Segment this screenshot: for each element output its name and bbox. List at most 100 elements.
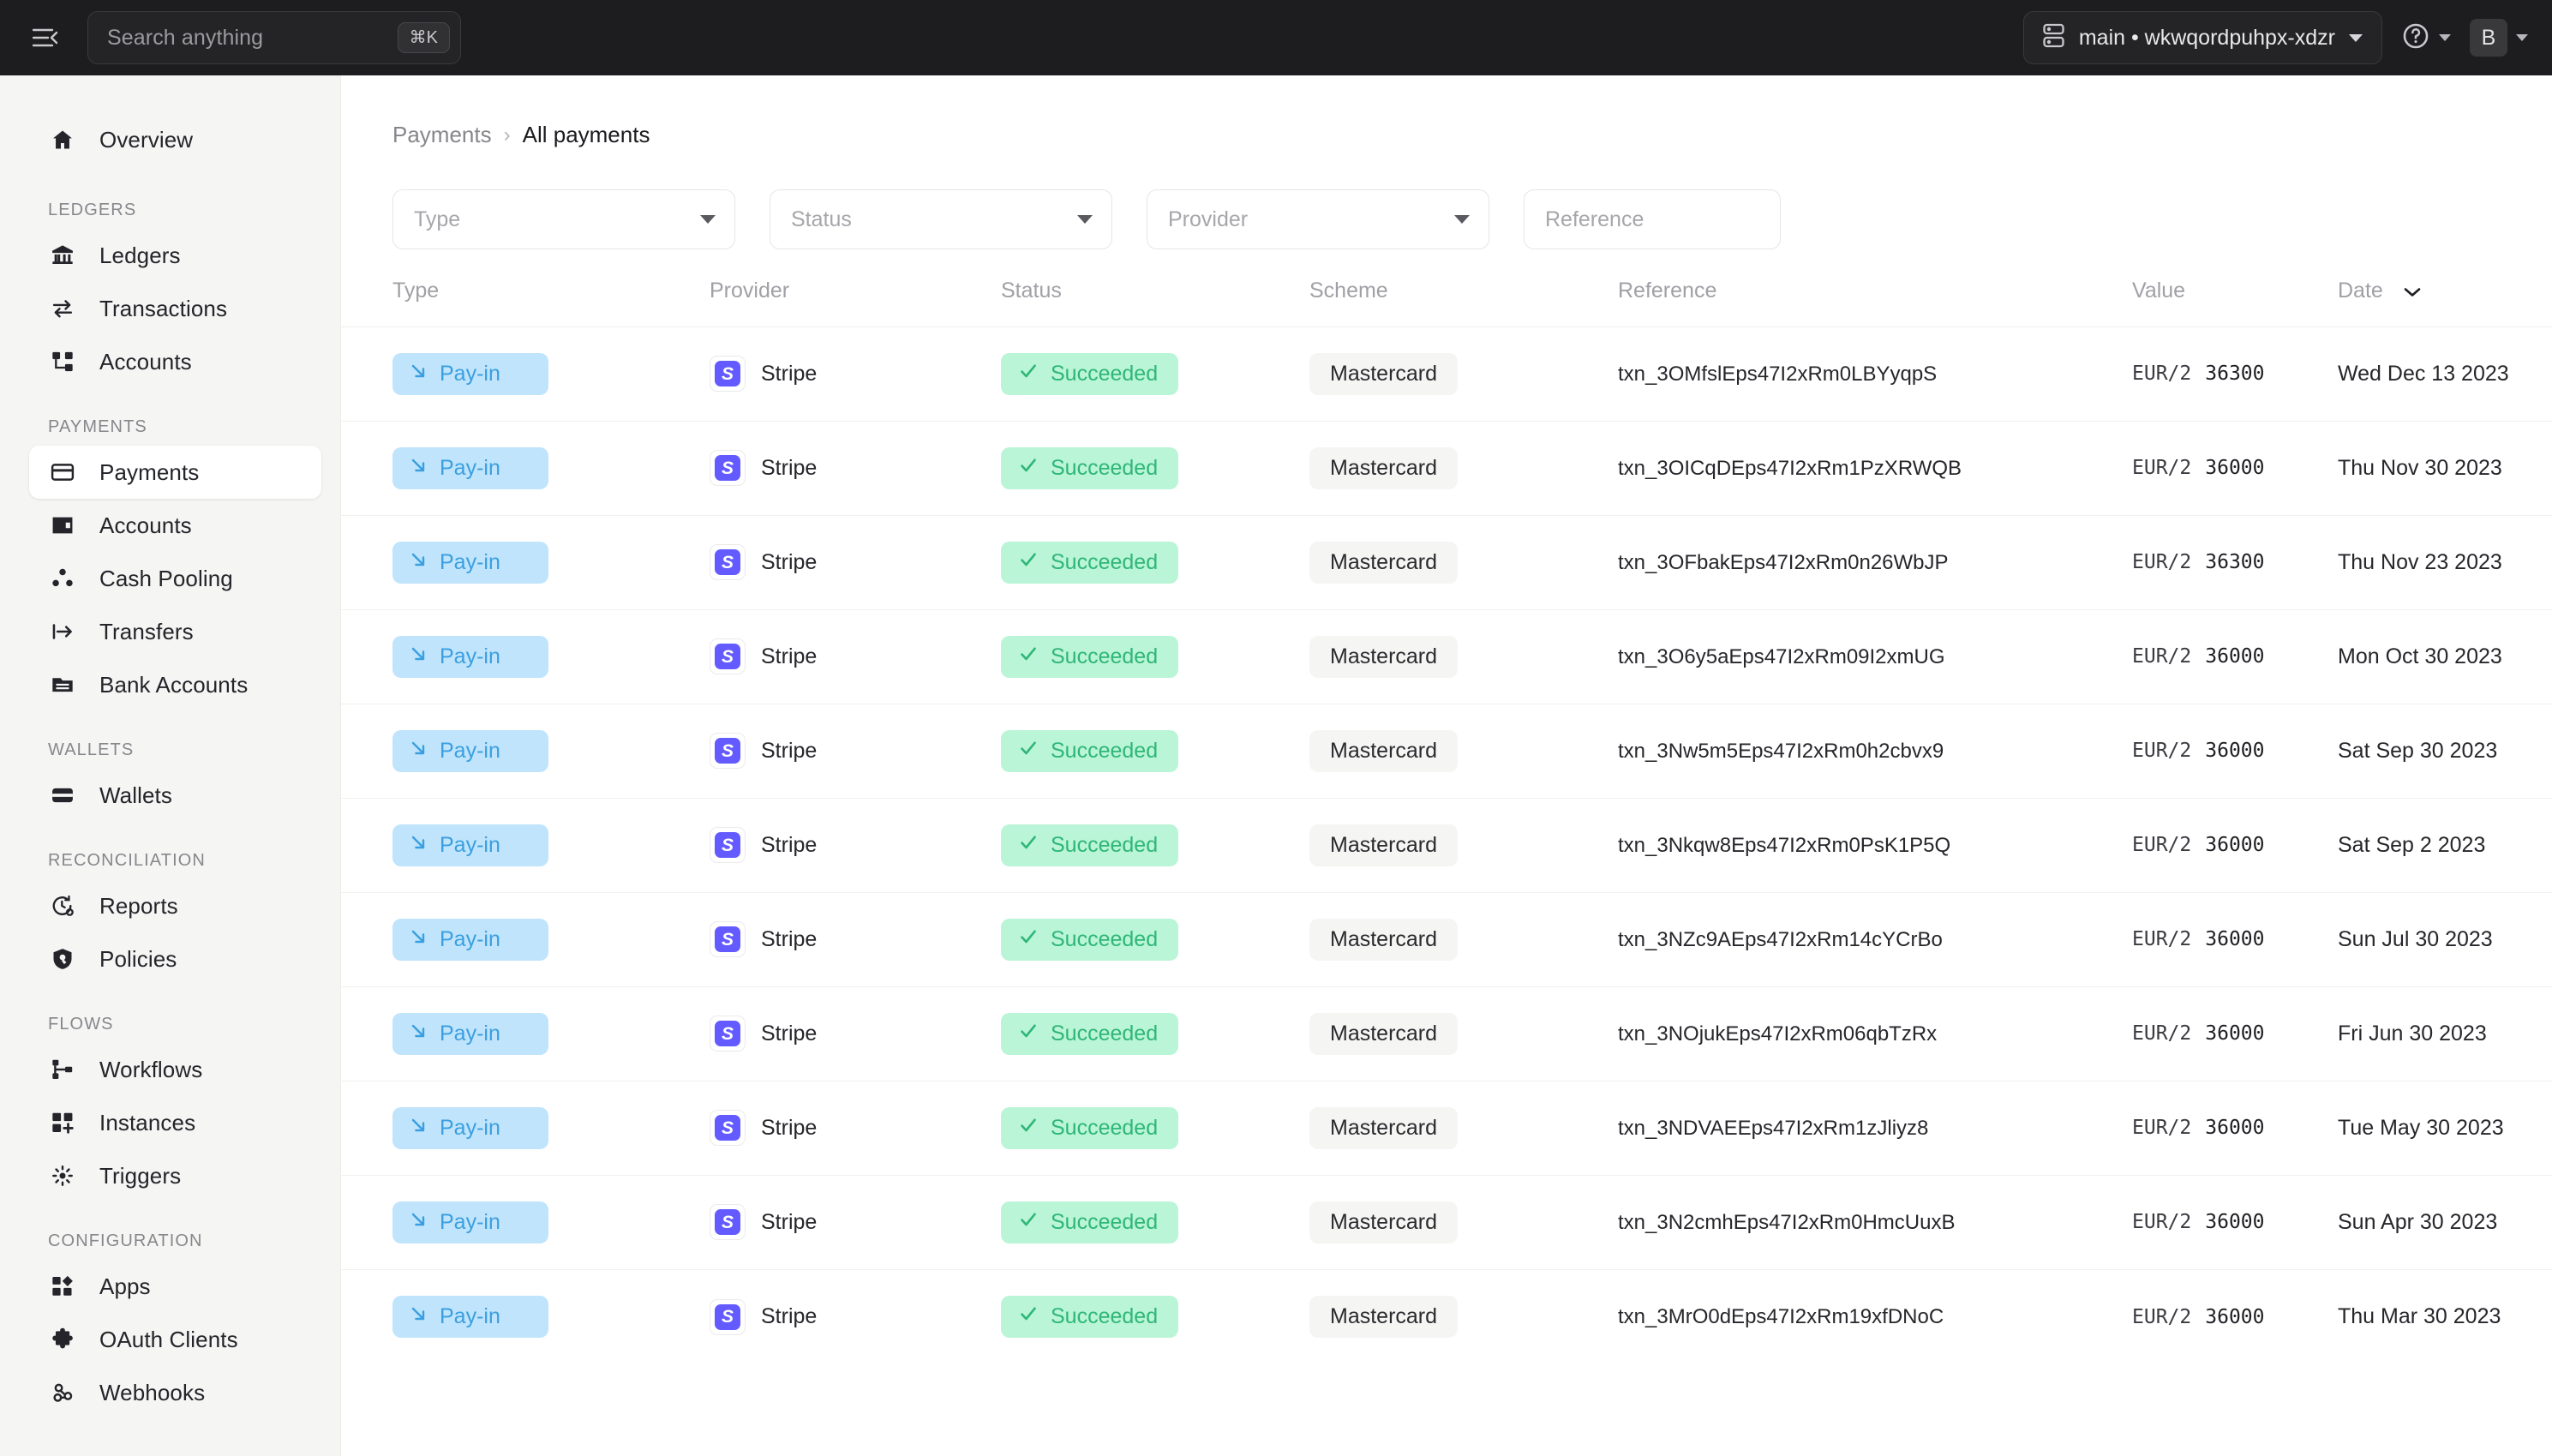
cell-date: Tue May 30 2023	[2338, 1081, 2552, 1176]
cell-value: EUR/2 36000	[2132, 798, 2338, 893]
scheme-badge: Mastercard	[1309, 824, 1459, 866]
cell-status: Succeeded	[1001, 1081, 1309, 1176]
sidebar-item-cash-pooling[interactable]: Cash Pooling	[29, 552, 321, 605]
breadcrumb-separator: ›	[503, 123, 511, 147]
sidebar-item-oauth-clients[interactable]: OAuth Clients	[29, 1313, 321, 1366]
sidebar-item-triggers[interactable]: Triggers	[29, 1149, 321, 1202]
arrow-right-bar-icon	[48, 620, 77, 644]
table-row[interactable]: Pay-in S Stripe Succeeded Mastercard txn_3OMf…	[341, 327, 2552, 422]
user-menu[interactable]: B	[2470, 19, 2528, 57]
sidebar-item-label: Bank Accounts	[99, 671, 249, 698]
cell-type: Pay-in	[341, 515, 710, 610]
cell-date: Sat Sep 30 2023	[2338, 704, 2552, 799]
cell-provider: S Stripe	[710, 327, 1001, 422]
status-badge-label: Succeeded	[1051, 549, 1159, 574]
column-header-value[interactable]: Value	[2132, 279, 2338, 327]
type-badge: Pay-in	[392, 541, 548, 584]
table-row[interactable]: Pay-in S Stripe Succeeded Mastercard txn_3O6y…	[341, 609, 2552, 704]
cell-reference: txn_3OFbakEps47I2xRm0n26WbJP	[1618, 515, 2132, 610]
column-header-reference[interactable]: Reference	[1618, 279, 2132, 327]
main-content: Payments › All payments Type Status Prov…	[341, 75, 2552, 1456]
column-header-status[interactable]: Status	[1001, 279, 1309, 327]
search-input[interactable]: Search anything ⌘K	[87, 11, 461, 64]
table-row[interactable]: Pay-in S Stripe Succeeded Mastercard txn_3Nkq…	[341, 798, 2552, 893]
sidebar-item-workflows[interactable]: Workflows	[29, 1043, 321, 1096]
sidebar-item-apps[interactable]: Apps	[29, 1260, 321, 1313]
provider-label: Stripe	[761, 361, 818, 386]
sidebar-item-label: Accounts	[99, 348, 192, 374]
amount-label: 36000	[2205, 457, 2265, 480]
filter-bar: Type Status Provider Reference	[341, 148, 2552, 249]
sidebar-item-policies[interactable]: Policies	[29, 932, 321, 986]
sidebar-item-accounts-payments[interactable]: Accounts	[29, 499, 321, 552]
column-header-type[interactable]: Type	[341, 279, 710, 327]
sidebar-item-label: Transactions	[99, 295, 228, 321]
cell-date: Sun Apr 30 2023	[2338, 1175, 2552, 1270]
sidebar-item-ledgers[interactable]: Ledgers	[29, 229, 321, 282]
status-badge: Succeeded	[1001, 352, 1179, 395]
reference-text: txn_3MrO0dEps47I2xRm19xfDNoC	[1618, 1305, 1944, 1329]
sidebar-item-payments[interactable]: Payments	[29, 446, 321, 499]
sidebar-item-label: Triggers	[99, 1162, 182, 1189]
filter-status[interactable]: Status	[770, 189, 1112, 249]
sidebar-item-overview[interactable]: Overview	[29, 113, 321, 166]
table-row[interactable]: Pay-in S Stripe Succeeded Mastercard txn_3OFb…	[341, 515, 2552, 610]
environment-selector[interactable]: main • wkwqordpuhpx-xdzr	[2022, 11, 2382, 64]
sidebar-item-transactions[interactable]: Transactions	[29, 282, 321, 335]
column-header-scheme[interactable]: Scheme	[1309, 279, 1618, 327]
sidebar-item-reports[interactable]: Reports	[29, 879, 321, 932]
stripe-icon: S	[710, 733, 746, 770]
cell-type: Pay-in	[341, 1175, 710, 1270]
table-row[interactable]: Pay-in S Stripe Succeeded Mastercard txn_3OIC…	[341, 421, 2552, 516]
filter-type[interactable]: Type	[392, 189, 735, 249]
cell-provider: S Stripe	[710, 892, 1001, 987]
payments-table: Type Provider Status Scheme Reference Va…	[341, 279, 2552, 1363]
reference-text: txn_3N2cmhEps47I2xRm0HmcUuxB	[1618, 1210, 1956, 1234]
cell-reference: txn_3N2cmhEps47I2xRm0HmcUuxB	[1618, 1175, 2132, 1270]
cell-provider: S Stripe	[710, 704, 1001, 799]
table-row[interactable]: Pay-in S Stripe Succeeded Mastercard txn_3NDV…	[341, 1081, 2552, 1176]
cell-reference: txn_3OMfslEps47I2xRm0LBYyqpS	[1618, 327, 2132, 422]
cell-type: Pay-in	[341, 704, 710, 799]
hierarchy-icon	[48, 350, 77, 374]
cell-type: Pay-in	[341, 1081, 710, 1176]
table-row[interactable]: Pay-in S Stripe Succeeded Mastercard txn_3NZc…	[341, 892, 2552, 987]
status-badge-label: Succeeded	[1051, 1021, 1159, 1046]
sidebar-item-bank-accounts[interactable]: Bank Accounts	[29, 658, 321, 711]
column-header-date[interactable]: Date	[2338, 279, 2552, 327]
reference-text: txn_3NOjukEps47I2xRm06qbTzRx	[1618, 1022, 1938, 1046]
table-row[interactable]: Pay-in S Stripe Succeeded Mastercard txn_3MrO…	[341, 1269, 2552, 1363]
sidebar-item-transfers[interactable]: Transfers	[29, 605, 321, 658]
cell-scheme: Mastercard	[1309, 1269, 1618, 1363]
sidebar-collapse-icon[interactable]	[26, 18, 65, 57]
filter-reference-input[interactable]: Reference	[1524, 189, 1781, 249]
help-menu[interactable]	[2401, 21, 2451, 55]
sidebar-item-instances[interactable]: Instances	[29, 1096, 321, 1149]
table-row[interactable]: Pay-in S Stripe Succeeded Mastercard txn_3N2c…	[341, 1175, 2552, 1270]
type-badge: Pay-in	[392, 352, 548, 395]
status-badge-label: Succeeded	[1051, 1115, 1159, 1140]
date-label: Sat Sep 2 2023	[2338, 832, 2486, 857]
table-row[interactable]: Pay-in S Stripe Succeeded Mastercard txn_3NOj…	[341, 986, 2552, 1082]
cell-value: EUR/2 36000	[2132, 421, 2338, 516]
cell-date: Sun Jul 30 2023	[2338, 892, 2552, 987]
sidebar-item-webhooks[interactable]: Webhooks	[29, 1366, 321, 1419]
cell-status: Succeeded	[1001, 421, 1309, 516]
workflow-icon	[48, 1058, 77, 1082]
table-row[interactable]: Pay-in S Stripe Succeeded Mastercard txn_3Nw5…	[341, 704, 2552, 799]
breadcrumb-parent[interactable]: Payments	[392, 122, 492, 148]
check-icon	[1018, 1209, 1039, 1236]
cell-type: Pay-in	[341, 1269, 710, 1363]
cell-provider: S Stripe	[710, 986, 1001, 1082]
status-badge-label: Succeeded	[1051, 455, 1159, 480]
cell-scheme: Mastercard	[1309, 892, 1618, 987]
arrow-down-right-icon	[408, 1021, 428, 1047]
provider-label: Stripe	[761, 832, 818, 857]
sidebar-item-accounts-ledger[interactable]: Accounts	[29, 335, 321, 388]
cell-reference: txn_3OICqDEps47I2xRm1PzXRWQB	[1618, 421, 2132, 516]
filter-provider[interactable]: Provider	[1147, 189, 1489, 249]
sidebar-group-ledgers: LEDGERS	[48, 201, 137, 219]
sidebar-item-label: OAuth Clients	[99, 1326, 238, 1352]
sidebar-item-wallets[interactable]: Wallets	[29, 769, 321, 822]
column-header-provider[interactable]: Provider	[710, 279, 1001, 327]
